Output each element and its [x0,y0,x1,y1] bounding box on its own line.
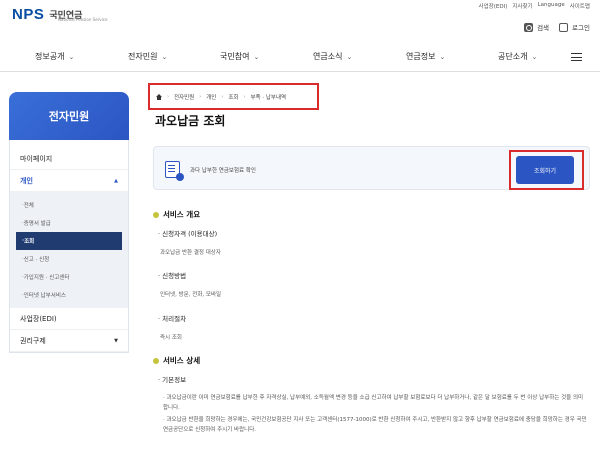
auth-area: 검색 로그인 [524,22,590,32]
submenu-item-inquiry[interactable]: · 조회 [16,232,122,250]
login-button[interactable]: 로그인 [559,22,590,32]
util-link-sitemap[interactable]: 사이트맵 [570,2,590,10]
chevron-down-icon: ⌄ [161,52,168,61]
search-label: 검색 [537,24,550,32]
procedure-label: · 처리절차 [158,315,187,323]
gnb-label: 전자민원 [128,52,158,61]
sidebar-item-label: 개인 [20,176,33,185]
sidebar-menu: 마이페이지 개인 ▲ · 전체 · 증명서 발급 · 조회 · 신고 · 신청 ·… [9,140,129,353]
submenu-item-support-center[interactable]: · 가입지원 · 신고센터 [16,268,122,286]
basic-info-paragraph-2: · 과오납금 반환을 희망하는 경우에는, 국민건강보험공단 지사 또는 고객센… [163,417,587,433]
chevron-right-icon: › [221,93,224,100]
method-label: · 신청방법 [158,272,187,280]
submenu-item-report[interactable]: · 신고 · 신청 [16,250,122,268]
gnb-label: 연금정보 [406,52,436,61]
breadcrumb-item[interactable]: 개인 [206,93,216,101]
util-link-language[interactable]: Language [538,2,565,10]
chevron-down-icon: ⌄ [68,52,75,61]
logo-subtitle: National Pension Service [58,17,108,22]
submenu-label: 조회 [24,239,35,245]
chevron-right-icon: › [167,93,169,100]
basic-info-paragraph-1: · 과오납금이란 이미 연금보험료를 납부한 후 자격상실, 납부예외, 소득월… [163,395,584,411]
submenu-item-internet-payment[interactable]: · 인터넷 납부서비스 [16,286,122,304]
home-icon[interactable] [156,93,162,100]
gnb-item-info[interactable]: 정보공개 ⌄ [35,51,74,62]
sidebar-item-label: 마이페이지 [20,154,53,163]
breadcrumb-item[interactable]: 전자민원 [174,93,194,101]
breadcrumb-item: 부족 · 납부내역 [250,94,287,101]
chevron-down-icon: ▼ [114,337,118,344]
eligibility-value: 과오납금 반환 결정 대상자 [160,250,221,256]
submenu-label: 신고 · 신청 [23,257,50,263]
main-navigation: 정보공개 ⌄ 전자민원 ⌄ 국민참여 ⌄ 연금소식 ⌄ 연금정보 ⌄ 공단소개 ⌄ [0,42,600,72]
notice-text: 과다 납부한 연금보험료 확인 [190,168,256,174]
eligibility-label: · 신청자격 (이용대상) [158,230,218,238]
breadcrumb: › 전자민원 › 개인 › 조회 › 부족 · 납부내역 [148,83,319,110]
sidebar-item-mypage[interactable]: 마이페이지 [10,148,128,170]
chevron-down-icon: ⌄ [346,52,353,61]
login-icon [559,22,569,32]
submenu-label: 전체 [23,203,34,209]
submenu-label: 인터넷 납부서비스 [23,293,66,299]
bullet-icon [153,211,159,218]
section-heading-overview: 서비스 개요 [153,209,200,220]
chevron-down-icon: ⌄ [439,52,446,61]
util-link-branch[interactable]: 지사찾기 [512,2,532,10]
method-value: 인터넷, 방문, 전화, 모바일 [160,292,222,298]
chevron-up-icon: ▲ [114,177,118,184]
section-title: 서비스 개요 [163,210,201,219]
lookup-button[interactable]: 조회하기 [516,156,574,184]
gnb-item-about[interactable]: 공단소개 ⌄ [498,51,537,62]
chevron-down-icon: ⌄ [531,52,538,61]
sidebar: 전자민원 마이페이지 개인 ▲ · 전체 · 증명서 발급 · 조회 · 신고 ·… [9,92,129,353]
sidebar-item-rights[interactable]: 권리구제 ▼ [10,330,128,352]
sidebar-item-label: 권리구제 [20,336,46,345]
menu-icon[interactable] [571,53,582,61]
bullet-icon [153,357,159,364]
search-icon [524,22,534,32]
sidebar-item-label: 사업장(EDI) [20,314,57,323]
gnb-label: 국민참여 [220,52,250,61]
sidebar-submenu: · 전체 · 증명서 발급 · 조회 · 신고 · 신청 · 가입지원 · 신고… [10,192,128,308]
page-title: 과오납금 조회 [155,114,226,128]
submenu-label: 가입지원 · 신고센터 [23,275,70,281]
submenu-item-certificate[interactable]: · 증명서 발급 [16,214,122,232]
gnb-label: 공단소개 [498,52,528,61]
utility-links: 사업장(EDI) 지사찾기 Language 사이트맵 [479,2,590,10]
logo-mark: NPS [12,6,45,23]
gnb-label: 연금소식 [313,52,343,61]
document-search-icon [165,161,184,181]
sidebar-item-edi[interactable]: 사업장(EDI) [10,308,128,330]
chevron-down-icon: ⌄ [253,52,260,61]
gnb-label: 정보공개 [35,52,65,61]
procedure-value: 즉시 조회 [160,335,182,341]
gnb-item-pension-info[interactable]: 연금정보 ⌄ [406,51,445,62]
sidebar-title: 전자민원 [9,92,129,140]
submenu-label: 증명서 발급 [23,221,51,227]
breadcrumb-item[interactable]: 조회 [228,93,238,101]
gnb-item-participation[interactable]: 국민참여 ⌄ [220,51,259,62]
login-label: 로그인 [572,24,590,32]
util-link-edi[interactable]: 사업장(EDI) [479,2,508,10]
gnb-item-eservice[interactable]: 전자민원 ⌄ [128,51,167,62]
site-header: NPS 국민연금 National Pension Service 사업장(ED… [0,0,600,40]
search-button[interactable]: 검색 [524,22,549,32]
gnb-item-news[interactable]: 연금소식 ⌄ [313,51,352,62]
section-title: 서비스 상세 [163,356,201,365]
section-heading-detail: 서비스 상세 [153,355,200,366]
submenu-item-all[interactable]: · 전체 [16,196,122,214]
sidebar-item-individual[interactable]: 개인 ▲ [10,170,128,192]
basic-info-label: · 기본정보 [158,376,187,384]
chevron-right-icon: › [199,93,202,100]
chevron-right-icon: › [243,93,246,100]
